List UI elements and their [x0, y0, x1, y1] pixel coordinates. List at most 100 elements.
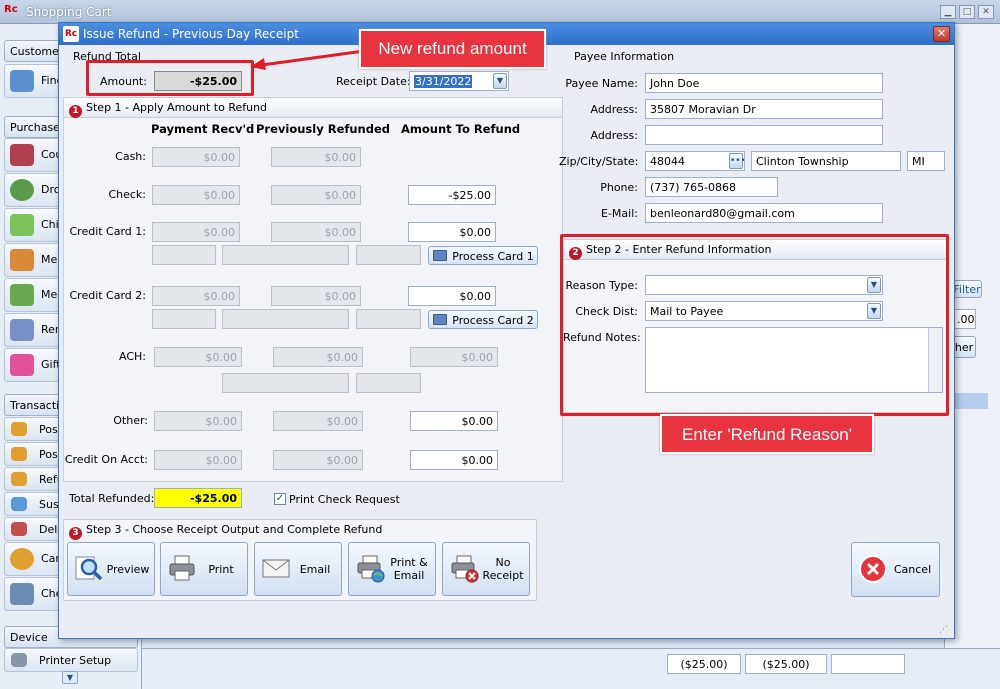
email-field[interactable]: benleonard80@gmail.com — [645, 203, 883, 223]
credit-acct-refund-field[interactable]: $0.00 — [410, 450, 498, 470]
coins-icon — [11, 447, 27, 461]
cc2-extra-field — [152, 309, 216, 329]
print-email-label: Print & Email — [390, 556, 428, 582]
app-title: Shopping Cart — [26, 5, 112, 19]
chevron-down-icon[interactable]: ▼ — [62, 671, 78, 684]
clock-icon — [10, 179, 34, 201]
ellipsis-icon[interactable]: ••• — [729, 153, 744, 169]
cc1-refund-field[interactable]: $0.00 — [408, 222, 496, 242]
total-refunded-label: Total Refunded: — [69, 492, 155, 505]
step1-title: Step 1 - Apply Amount to Refund — [86, 101, 268, 114]
phone-field[interactable]: (737) 765-0868 — [645, 177, 778, 197]
zip-field[interactable]: 48044 ••• — [645, 151, 745, 171]
amount-highlight-box — [86, 60, 254, 96]
annotation-arrow — [250, 49, 365, 70]
cc1-extra-field — [356, 245, 421, 265]
credit-acct-recv-field: $0.00 — [154, 450, 242, 470]
other-recv-field: $0.00 — [154, 411, 242, 431]
cc1-extra-field — [222, 245, 349, 265]
payee-name-field[interactable]: John Doe — [645, 73, 883, 93]
zip-city-state-label: Zip/City/State: — [559, 155, 639, 168]
cc2-recv-field: $0.00 — [152, 286, 240, 306]
total-cell — [831, 654, 905, 674]
zip-value: 48044 — [650, 155, 685, 168]
email-button[interactable]: Email — [254, 542, 342, 596]
payee-name-label: Payee Name: — [565, 77, 638, 90]
ach-refund-field: $0.00 — [410, 347, 498, 367]
row-label-ach: ACH: — [119, 350, 146, 363]
coins-icon — [11, 472, 27, 486]
no-receipt-button[interactable]: No Receipt — [442, 542, 530, 596]
dialog-close-button[interactable]: ✕ — [933, 26, 950, 42]
receipt-date-label: Receipt Date: — [336, 75, 411, 88]
printer-globe-icon — [357, 555, 385, 583]
row-label-cash: Cash: — [115, 150, 146, 163]
chevron-down-icon[interactable]: ▼ — [493, 73, 507, 89]
phone-label: Phone: — [600, 181, 638, 194]
resize-grip-icon[interactable]: ⋰ — [939, 625, 951, 637]
print-check-checkbox[interactable]: ✓ — [274, 493, 286, 505]
coins-icon — [11, 422, 27, 436]
print-label: Print — [208, 562, 234, 576]
total-cell: ($25.00) — [745, 654, 827, 674]
total-refunded-field: -$25.00 — [154, 488, 242, 508]
cancel-icon — [859, 555, 887, 583]
sidebar-item-printer-setup[interactable]: Printer Setup — [4, 648, 138, 672]
gift-icon — [10, 354, 34, 376]
address1-field[interactable]: 35807 Moravian Dr — [645, 99, 883, 119]
ach-extra-field — [356, 373, 421, 393]
suspend-icon — [11, 497, 27, 511]
printer-icon — [169, 555, 195, 581]
other-refund-field[interactable]: $0.00 — [410, 411, 498, 431]
envelope-icon — [262, 559, 290, 578]
no-receipt-label: No Receipt — [482, 556, 524, 582]
city-field[interactable]: Clinton Township — [751, 151, 901, 171]
other-prev-field: $0.00 — [273, 411, 363, 431]
cash-prev-field: $0.00 — [271, 147, 361, 167]
print-email-button[interactable]: Print & Email — [348, 542, 436, 596]
row-label-check: Check: — [108, 188, 146, 201]
background-button[interactable]: her — [952, 336, 976, 358]
app-titlebar — [0, 0, 1000, 24]
row-label-cc2: Credit Card 2: — [69, 289, 146, 302]
cc2-prev-field: $0.00 — [271, 286, 361, 306]
preview-button[interactable]: Preview — [67, 542, 155, 596]
person-tag-icon — [10, 284, 34, 306]
credit-acct-prev-field: $0.00 — [273, 450, 363, 470]
filter-button[interactable]: Filter — [952, 280, 982, 298]
step-number-badge: 3 — [69, 527, 82, 540]
coins-icon — [10, 548, 34, 570]
process-card2-button[interactable]: Process Card 2 — [428, 310, 538, 329]
minimize-icon[interactable]: ▁ — [940, 5, 956, 19]
cancel-button[interactable]: Cancel — [851, 542, 940, 597]
check-refund-field[interactable]: -$25.00 — [408, 185, 496, 205]
address2-field[interactable] — [645, 125, 883, 145]
credit-card-icon — [433, 250, 447, 261]
sidebar-item-label: Chi — [41, 218, 59, 231]
preview-label: Preview — [106, 562, 150, 576]
check-recv-field: $0.00 — [152, 185, 240, 205]
print-button[interactable]: Print — [160, 542, 248, 596]
col-header-refund: Amount To Refund — [401, 122, 521, 136]
magnifier-icon — [75, 556, 103, 581]
state-field[interactable]: MI — [907, 151, 945, 171]
row-label-other: Other: — [113, 414, 148, 427]
background-value: .00 — [952, 309, 976, 329]
email-label: E-Mail: — [601, 207, 638, 220]
step-number-badge: 1 — [69, 105, 82, 118]
process-card1-label: Process Card 1 — [452, 250, 534, 263]
step3-title: Step 3 - Choose Receipt Output and Compl… — [86, 523, 383, 536]
cc2-extra-field — [356, 309, 421, 329]
col-header-prev: Previously Refunded — [256, 122, 391, 136]
cc1-extra-field — [152, 245, 216, 265]
cc2-refund-field[interactable]: $0.00 — [408, 286, 496, 306]
receipt-date-field[interactable]: 3/31/2022 ▼ — [409, 71, 509, 91]
step1-header: 1 Step 1 - Apply Amount to Refund — [64, 98, 562, 118]
process-card2-label: Process Card 2 — [452, 314, 534, 327]
cc2-extra-field — [222, 309, 349, 329]
sidebar-item-label: Printer Setup — [39, 654, 112, 667]
maximize-icon[interactable]: □ — [959, 5, 975, 19]
address2-label: Address: — [590, 129, 638, 142]
close-app-icon[interactable]: ✕ — [978, 5, 994, 19]
process-card1-button[interactable]: Process Card 1 — [428, 246, 538, 265]
